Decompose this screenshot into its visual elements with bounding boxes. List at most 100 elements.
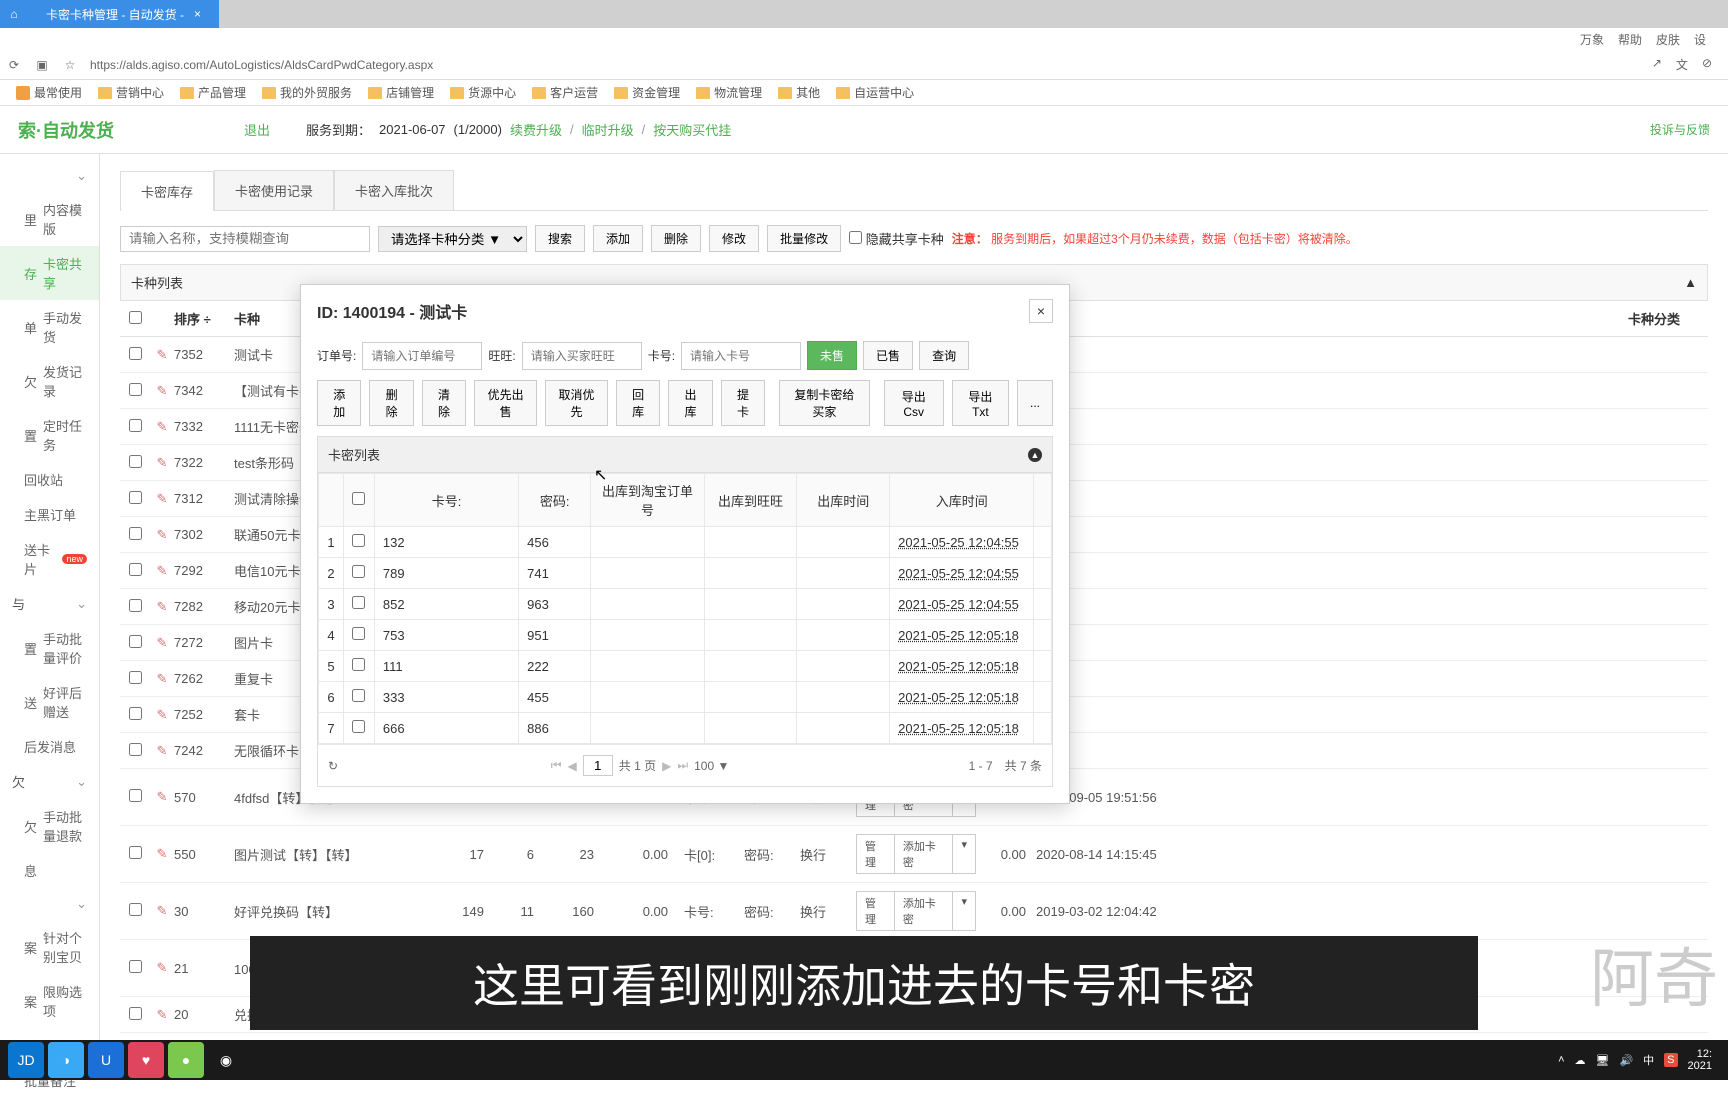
close-tab-icon[interactable]: ×: [194, 7, 201, 21]
bookmark-item[interactable]: 客户运营: [532, 84, 598, 101]
favorite-icon[interactable]: ☆: [62, 57, 78, 73]
row-checkbox[interactable]: [129, 347, 142, 360]
taskbar-app-icon[interactable]: ●: [168, 1042, 204, 1078]
manage-button[interactable]: 管理: [857, 835, 895, 873]
bookmark-item[interactable]: 产品管理: [180, 84, 246, 101]
translate-icon[interactable]: 文: [1676, 56, 1688, 73]
select-all-checkbox[interactable]: [129, 311, 142, 324]
taskbar-app-icon[interactable]: U: [88, 1042, 124, 1078]
sidebar-item[interactable]: 后发消息: [0, 729, 99, 764]
modal-table-row[interactable]: 51112222021-05-25 12:05:18: [319, 651, 1052, 682]
row-checkbox[interactable]: [129, 846, 142, 859]
table-row[interactable]: ✎550图片测试【转】【转】176230.00卡[0]:密码:换行管理添加卡密▾…: [120, 826, 1708, 883]
taskbar-app-icon[interactable]: JD: [8, 1042, 44, 1078]
page-input[interactable]: [583, 755, 613, 776]
tray-volume-icon[interactable]: 🔊: [1619, 1054, 1633, 1067]
modal-action-button[interactable]: 添加: [317, 380, 361, 426]
modal-table-row[interactable]: 38529632021-05-25 12:04:55: [319, 589, 1052, 620]
logout-link[interactable]: 退出: [244, 120, 270, 139]
collapse-icon[interactable]: ▲: [1684, 275, 1697, 290]
row-checkbox[interactable]: [129, 455, 142, 468]
dropdown-icon[interactable]: ▾: [953, 892, 975, 930]
add-card-button[interactable]: 添加卡密: [895, 835, 954, 873]
url-text[interactable]: https://alds.agiso.com/AutoLogistics/Ald…: [90, 58, 1640, 72]
refresh-icon[interactable]: ↻: [328, 759, 338, 773]
row-checkbox[interactable]: [129, 707, 142, 720]
modal-action-button[interactable]: 提卡: [721, 380, 765, 426]
row-checkbox[interactable]: [352, 596, 365, 609]
row-checkbox[interactable]: [129, 743, 142, 756]
sidebar-item[interactable]: 主黑订单: [0, 497, 99, 532]
modal-action-button[interactable]: 删除: [369, 380, 413, 426]
sidebar-item[interactable]: 回收站: [0, 462, 99, 497]
top-link-help[interactable]: 帮助: [1618, 31, 1642, 48]
active-tab[interactable]: 卡密卡种管理 - 自动发货 - ×: [28, 0, 219, 28]
proxy-link[interactable]: 按天购买代挂: [653, 120, 731, 139]
sidebar-item[interactable]: 单手动发货: [0, 300, 99, 354]
shield-icon[interactable]: ⊘: [1702, 56, 1712, 73]
sub-tab-stock[interactable]: 卡密库存: [120, 171, 214, 211]
collapse-icon[interactable]: ▲: [1028, 448, 1042, 462]
col-sort[interactable]: 排序 ÷: [174, 309, 234, 328]
bookmark-item[interactable]: 营销中心: [98, 84, 164, 101]
tray-ime-icon[interactable]: 中: [1643, 1052, 1654, 1068]
sold-button[interactable]: 已售: [863, 341, 913, 370]
bookmark-item[interactable]: 我的外贸服务: [262, 84, 352, 101]
row-checkbox[interactable]: [129, 527, 142, 540]
row-checkbox[interactable]: [129, 1007, 142, 1020]
feedback-link[interactable]: 投诉与反馈: [1650, 121, 1710, 138]
tray-screen-icon[interactable]: 🖥: [1596, 1054, 1610, 1067]
modal-action-button[interactable]: ...: [1017, 380, 1053, 426]
batch-edit-button[interactable]: 批量修改: [767, 225, 841, 252]
row-checkbox[interactable]: [129, 383, 142, 396]
card-input[interactable]: [681, 342, 801, 370]
tray-sogou-icon[interactable]: S: [1664, 1053, 1677, 1067]
modal-action-button[interactable]: 取消优先: [545, 380, 608, 426]
sidebar-section[interactable]: ⌄: [0, 888, 99, 920]
wangwang-input[interactable]: [522, 342, 642, 370]
order-input[interactable]: [362, 342, 482, 370]
modal-action-button[interactable]: 出库: [668, 380, 712, 426]
sidebar-item[interactable]: 欠手动批量退款: [0, 799, 99, 853]
sidebar-section[interactable]: 欠⌄: [0, 764, 99, 799]
in-time-link[interactable]: 2021-05-25 12:04:55: [898, 566, 1019, 581]
row-checkbox[interactable]: [129, 960, 142, 973]
sidebar-item-active[interactable]: 存卡密共享: [0, 246, 99, 300]
row-checkbox[interactable]: [129, 599, 142, 612]
in-time-link[interactable]: 2021-05-25 12:05:18: [898, 628, 1019, 643]
top-link-settings[interactable]: 设: [1694, 31, 1706, 48]
page-size-select[interactable]: 100 ▼: [694, 759, 729, 773]
pager-prev-icon[interactable]: ◀: [568, 759, 577, 773]
sidebar-item[interactable]: 置手动批量评价: [0, 621, 99, 675]
bookmark-item[interactable]: 其他: [778, 84, 820, 101]
edit-button[interactable]: 修改: [709, 225, 759, 252]
row-checkbox[interactable]: [129, 789, 142, 802]
sidebar-section[interactable]: 与⌄: [0, 586, 99, 621]
taskbar-app-icon[interactable]: ♥: [128, 1042, 164, 1078]
modal-table-row[interactable]: 76668862021-05-25 12:05:18: [319, 713, 1052, 744]
sidebar-item[interactable]: 送好评后赠送: [0, 675, 99, 729]
sub-tab-batch[interactable]: 卡密入库批次: [334, 170, 454, 210]
row-checkbox[interactable]: [129, 419, 142, 432]
bookmark-item[interactable]: 自运营中心: [836, 84, 914, 101]
modal-action-button[interactable]: 复制卡密给买家: [779, 380, 869, 426]
sidebar-item[interactable]: 置定时任务: [0, 408, 99, 462]
row-checkbox[interactable]: [352, 658, 365, 671]
in-time-link[interactable]: 2021-05-25 12:04:55: [898, 535, 1019, 550]
temp-upgrade-link[interactable]: 临时升级: [582, 120, 634, 139]
row-checkbox[interactable]: [352, 565, 365, 578]
sidebar-section[interactable]: ⌄: [0, 160, 99, 192]
modal-close-button[interactable]: ×: [1029, 299, 1053, 323]
row-checkbox[interactable]: [129, 491, 142, 504]
modal-table-row[interactable]: 11324562021-05-25 12:04:55: [319, 527, 1052, 558]
tray-chevron-icon[interactable]: ˄: [1558, 1054, 1564, 1066]
row-checkbox[interactable]: [352, 534, 365, 547]
stop-icon[interactable]: ▣: [34, 57, 50, 73]
modal-action-button[interactable]: 导出Csv: [884, 380, 944, 426]
manage-button[interactable]: 管理: [857, 892, 895, 930]
row-checkbox[interactable]: [352, 627, 365, 640]
in-time-link[interactable]: 2021-05-25 12:05:18: [898, 690, 1019, 705]
in-time-link[interactable]: 2021-05-25 12:04:55: [898, 597, 1019, 612]
sub-tab-usage[interactable]: 卡密使用记录: [214, 170, 334, 210]
refresh-icon[interactable]: ⟳: [6, 57, 22, 73]
